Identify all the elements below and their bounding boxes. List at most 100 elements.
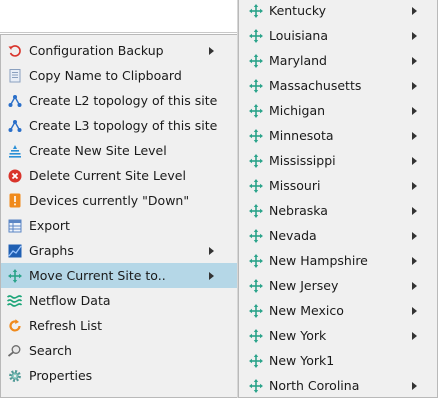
submenu-item-new-mexico[interactable]: New Mexico [239, 298, 437, 323]
move-icon [248, 3, 263, 18]
move-icon [248, 203, 263, 218]
menu-item-label: Netflow Data [29, 293, 111, 308]
move-icon [248, 353, 263, 368]
move-icon [248, 103, 263, 118]
topology-icon [7, 118, 22, 133]
menu-item-label: Create L3 topology of this site [29, 118, 218, 133]
gear-icon [7, 368, 22, 383]
export-table-icon [7, 218, 22, 233]
submenu-item-nevada[interactable]: Nevada [239, 223, 437, 248]
move-icon [248, 178, 263, 193]
submenu-arrow-icon [412, 157, 417, 165]
submenu-arrow-icon [209, 47, 214, 55]
submenu-arrow-icon [412, 232, 417, 240]
menu-item-label: Louisiana [269, 28, 329, 43]
submenu-arrow-icon [412, 182, 417, 190]
delete-icon [7, 168, 22, 183]
submenu-item-new-york1[interactable]: New York1 [239, 348, 437, 373]
menu-item-label: Nevada [269, 228, 317, 243]
submenu-arrow-icon [412, 107, 417, 115]
submenu-arrow-icon [412, 207, 417, 215]
menu-item-devices-currently-down[interactable]: Devices currently "Down" [1, 188, 239, 213]
menu-item-refresh-list[interactable]: Refresh List [1, 313, 239, 338]
menu-item-label: Massachusetts [269, 78, 362, 93]
submenu-arrow-icon [412, 7, 417, 15]
menu-item-label: Search [29, 343, 72, 358]
submenu-item-maryland[interactable]: Maryland [239, 48, 437, 73]
move-icon [248, 153, 263, 168]
submenu-arrow-icon [412, 57, 417, 65]
configuration-backup-icon [7, 43, 22, 58]
submenu-item-michigan[interactable]: Michigan [239, 98, 437, 123]
submenu-arrow-icon [209, 272, 214, 280]
submenu-arrow-icon [412, 132, 417, 140]
menu-item-netflow-data[interactable]: Netflow Data [1, 288, 239, 313]
topology-icon [7, 93, 22, 108]
submenu-item-north-corolina[interactable]: North Corolina [239, 373, 437, 398]
menu-item-label: Properties [29, 368, 93, 383]
submenu-item-new-york[interactable]: New York [239, 323, 437, 348]
submenu-item-missouri[interactable]: Missouri [239, 173, 437, 198]
submenu-item-louisiana[interactable]: Louisiana [239, 23, 437, 48]
move-icon [248, 128, 263, 143]
submenu-item-nebraska[interactable]: Nebraska [239, 198, 437, 223]
menu-item-label: Graphs [29, 243, 74, 258]
netflow-icon [7, 293, 22, 308]
menu-item-label: Mississippi [269, 153, 336, 168]
submenu-item-mississippi[interactable]: Mississippi [239, 148, 437, 173]
submenu-arrow-icon [412, 382, 417, 390]
submenu-arrow-icon [412, 32, 417, 40]
move-icon [248, 328, 263, 343]
submenu-item-new-jersey[interactable]: New Jersey [239, 273, 437, 298]
menu-item-label: Minnesota [269, 128, 334, 143]
menu-item-label: Delete Current Site Level [29, 168, 186, 183]
move-site-submenu: Kentucky Louisiana Maryland Massachusetts Mi… [238, 0, 438, 398]
menu-item-configuration-backup[interactable]: Configuration Backup [1, 38, 239, 63]
submenu-item-minnesota[interactable]: Minnesota [239, 123, 437, 148]
move-icon [248, 78, 263, 93]
move-icon [248, 28, 263, 43]
move-icon [248, 278, 263, 293]
menu-item-label: North Corolina [269, 378, 360, 393]
move-icon [7, 268, 22, 283]
submenu-arrow-icon [209, 247, 214, 255]
menu-item-graphs[interactable]: Graphs [1, 238, 239, 263]
submenu-arrow-icon [412, 282, 417, 290]
menu-item-label: New Mexico [269, 303, 344, 318]
submenu-item-new-hampshire[interactable]: New Hampshire [239, 248, 437, 273]
menu-item-label: Configuration Backup [29, 43, 164, 58]
menu-item-search[interactable]: Search [1, 338, 239, 363]
menu-item-label: Create New Site Level [29, 143, 167, 158]
submenu-arrow-icon [412, 307, 417, 315]
menu-item-label: Kentucky [269, 3, 327, 18]
menu-item-move-current-site-to[interactable]: Move Current Site to.. [1, 263, 239, 288]
alert-icon [7, 193, 22, 208]
menu-item-label: Copy Name to Clipboard [29, 68, 182, 83]
move-icon [248, 303, 263, 318]
submenu-item-massachusetts[interactable]: Massachusetts [239, 73, 437, 98]
menu-item-create-new-site-level[interactable]: Create New Site Level [1, 138, 239, 163]
menu-item-label: Move Current Site to.. [29, 268, 166, 283]
context-menu: Configuration Backup Copy Name to Clipboa… [0, 34, 240, 398]
site-level-icon [7, 143, 22, 158]
menu-item-label: New Jersey [269, 278, 339, 293]
graph-icon [7, 243, 22, 258]
submenu-arrow-icon [412, 332, 417, 340]
menu-item-create-l3-topology-of-this-site[interactable]: Create L3 topology of this site [1, 113, 239, 138]
menu-item-label: Missouri [269, 178, 321, 193]
menu-item-export[interactable]: Export [1, 213, 239, 238]
menu-item-label: New Hampshire [269, 253, 368, 268]
menu-item-label: Devices currently "Down" [29, 193, 190, 208]
menu-item-copy-name-to-clipboard[interactable]: Copy Name to Clipboard [1, 63, 239, 88]
background-window [0, 0, 238, 33]
submenu-item-kentucky[interactable]: Kentucky [239, 0, 437, 23]
menu-item-label: Maryland [269, 53, 327, 68]
menu-item-create-l2-topology-of-this-site[interactable]: Create L2 topology of this site [1, 88, 239, 113]
refresh-icon [7, 318, 22, 333]
move-icon [248, 228, 263, 243]
menu-item-label: New York1 [269, 353, 335, 368]
submenu-arrow-icon [412, 257, 417, 265]
menu-item-label: Refresh List [29, 318, 103, 333]
menu-item-properties[interactable]: Properties [1, 363, 239, 388]
menu-item-delete-current-site-level[interactable]: Delete Current Site Level [1, 163, 239, 188]
